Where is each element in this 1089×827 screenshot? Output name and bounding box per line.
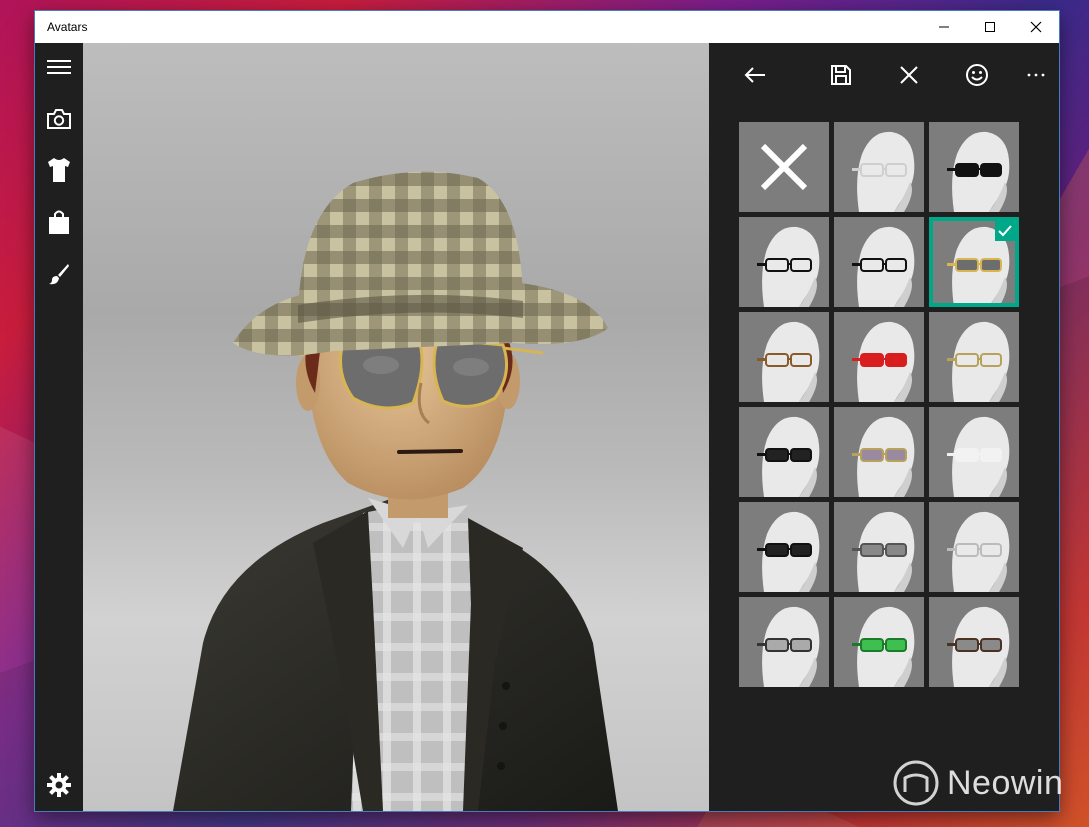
clothing-button[interactable] <box>35 146 83 194</box>
settings-button[interactable] <box>35 761 83 809</box>
avatar-figure <box>173 171 618 811</box>
camera-button[interactable] <box>35 95 83 143</box>
hamburger-menu-icon <box>47 60 71 74</box>
mannequin-head-icon <box>757 416 820 497</box>
glasses-option-tile[interactable] <box>929 312 1019 402</box>
glasses-option-tile[interactable] <box>834 122 924 212</box>
avatars-window: Avatars <box>35 11 1059 811</box>
glasses-option-tile[interactable] <box>834 312 924 402</box>
more-ellipsis-icon <box>1027 73 1045 77</box>
mannequin-head-icon <box>757 511 820 592</box>
checkmark-icon <box>998 225 1012 237</box>
mannequin-head-icon <box>852 606 915 687</box>
minimize-icon <box>939 26 949 28</box>
mannequin-head-icon <box>852 321 915 402</box>
glasses-option-tile[interactable] <box>739 597 829 687</box>
glasses-option-tile[interactable] <box>834 597 924 687</box>
more-button[interactable] <box>1014 53 1058 97</box>
camera-icon <box>47 109 71 129</box>
mannequin-head-icon <box>852 131 915 212</box>
glasses-option-tile[interactable] <box>929 122 1019 212</box>
hamburger-menu-button[interactable] <box>35 43 83 91</box>
glasses-option-tile[interactable] <box>739 217 829 307</box>
glasses-option-tile[interactable] <box>929 217 1019 307</box>
none-x-icon <box>760 143 808 191</box>
save-button[interactable] <box>819 53 863 97</box>
customization-panel <box>709 43 1059 811</box>
glasses-option-tile[interactable] <box>739 502 829 592</box>
shopping-bag-icon <box>49 210 69 234</box>
glasses-option-tile[interactable] <box>834 407 924 497</box>
glasses-option-tile[interactable] <box>739 407 829 497</box>
mannequin-head-icon <box>757 606 820 687</box>
settings-gear-icon <box>47 773 71 797</box>
glasses-option-tile[interactable] <box>739 312 829 402</box>
color-paint-button[interactable] <box>35 250 83 298</box>
selected-check-badge <box>995 221 1015 241</box>
minimize-button[interactable] <box>921 11 967 43</box>
mannequin-head-icon <box>947 511 1010 592</box>
glasses-option-tile[interactable] <box>929 407 1019 497</box>
mannequin-head-icon <box>852 226 915 307</box>
close-window-button[interactable] <box>1013 11 1059 43</box>
glasses-option-tile[interactable] <box>739 122 829 212</box>
neowin-logo-icon <box>893 760 939 806</box>
glasses-option-tile[interactable] <box>834 502 924 592</box>
emote-button[interactable] <box>955 53 999 97</box>
neowin-watermark: Neowin <box>893 760 1063 806</box>
mannequin-head-icon <box>852 511 915 592</box>
close-icon <box>1030 21 1042 33</box>
avatar-viewport[interactable] <box>83 43 709 811</box>
maximize-button[interactable] <box>967 11 1013 43</box>
navigation-rail <box>35 43 83 811</box>
maximize-icon <box>985 22 995 32</box>
paintbrush-icon <box>49 264 69 285</box>
glasses-option-tile[interactable] <box>929 502 1019 592</box>
mannequin-head-icon <box>947 321 1010 402</box>
mannequin-head-icon <box>947 131 1010 212</box>
save-disk-icon <box>831 65 851 85</box>
window-title: Avatars <box>47 20 88 34</box>
mannequin-head-icon <box>757 226 820 307</box>
close-x-icon <box>900 66 918 84</box>
shirt-icon <box>48 158 70 182</box>
mannequin-head-icon <box>947 416 1010 497</box>
back-arrow-icon <box>744 67 765 83</box>
smiley-face-icon <box>966 64 988 86</box>
glasses-option-tile[interactable] <box>929 597 1019 687</box>
title-bar: Avatars <box>35 11 1059 43</box>
mannequin-head-icon <box>947 606 1010 687</box>
store-button[interactable] <box>35 198 83 246</box>
cancel-button[interactable] <box>887 53 931 97</box>
mannequin-head-icon <box>852 416 915 497</box>
watermark-text: Neowin <box>947 763 1064 802</box>
glasses-option-tile[interactable] <box>834 217 924 307</box>
mannequin-head-icon <box>757 321 820 402</box>
back-button[interactable] <box>733 53 777 97</box>
